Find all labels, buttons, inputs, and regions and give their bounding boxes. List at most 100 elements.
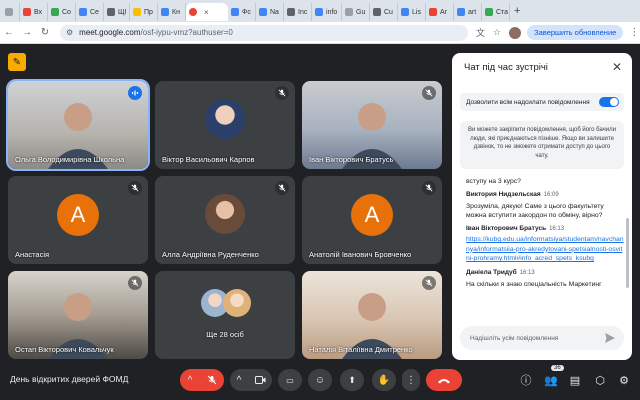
forward-icon[interactable]: → xyxy=(18,27,36,38)
participant-name: Остап Вікторович Ковальчук xyxy=(15,345,114,354)
site-info-icon[interactable]: ⚙ xyxy=(66,28,73,37)
raise-hand-button[interactable]: ✋ xyxy=(372,369,396,391)
meeting-title: День відкритих дверей ФОМД xyxy=(10,374,129,384)
browser-tab[interactable]: Gu xyxy=(342,3,370,21)
participant-tile[interactable]: Ольга Володимирівна Школьна xyxy=(6,79,150,171)
back-icon[interactable]: ← xyxy=(0,27,18,38)
tab-label: Lis xyxy=(412,8,421,16)
browser-toolbar: ← → ↻ ⚙ meet.google.com/osf-iypu-vmz?aut… xyxy=(0,22,640,44)
pin-notice: Ви можете закріпити повідомлення, щоб йо… xyxy=(460,121,624,169)
browser-tab[interactable]: Inc xyxy=(284,3,312,21)
tab-favicon-icon xyxy=(51,8,59,16)
emoji-button[interactable]: ☺ xyxy=(308,369,332,391)
message-text: На скільки я знаю спеціальність Маркетин… xyxy=(466,280,602,288)
mic-off-icon xyxy=(128,276,142,290)
leave-call-button[interactable] xyxy=(426,369,462,391)
more-options-button[interactable]: ⋮ xyxy=(402,369,420,391)
participant-tile[interactable]: Віктор Васильович Карпов xyxy=(155,81,295,169)
participant-tile[interactable]: Ще 28 осіб xyxy=(155,271,295,359)
allow-messages-toggle[interactable] xyxy=(599,97,619,107)
tab-label: art xyxy=(468,8,477,16)
mic-off-icon xyxy=(275,86,289,100)
browser-tab[interactable] xyxy=(2,3,20,21)
browser-tab[interactable]: × xyxy=(186,3,228,21)
mic-off-button[interactable] xyxy=(200,369,224,391)
participant-avatar xyxy=(205,194,245,234)
bookmark-star-icon[interactable]: ☆ xyxy=(493,27,501,38)
browser-tab[interactable]: Кн xyxy=(158,3,186,21)
tab-label: Ста xyxy=(496,8,509,16)
recording-favicon-icon xyxy=(189,8,197,16)
message-link[interactable]: https://kubg.edu.ua/informatsiya/student… xyxy=(466,235,624,264)
message-text: вступу на 3 курс? xyxy=(466,178,521,185)
address-bar[interactable]: ⚙ meet.google.com/osf-iypu-vmz?authuser=… xyxy=(60,24,468,41)
mic-off-icon xyxy=(207,375,217,385)
participant-name: Алла Андріївна Руденченко xyxy=(162,250,259,259)
profile-avatar[interactable] xyxy=(509,26,522,39)
emoji-icon: ☺ xyxy=(314,374,326,386)
browser-tab[interactable]: Се xyxy=(76,3,104,21)
browser-tab[interactable]: info xyxy=(312,3,342,21)
browser-tab[interactable]: art xyxy=(454,3,482,21)
browser-tab[interactable]: Со xyxy=(48,3,76,21)
reload-icon[interactable]: ↻ xyxy=(36,27,54,38)
chat-icon[interactable]: ▤ xyxy=(566,371,584,389)
allow-messages-label: Дозволити всім надсилати повідомлення xyxy=(466,98,590,106)
captions-button[interactable]: ▭ xyxy=(278,369,302,391)
activities-badge-icon[interactable]: ✎ xyxy=(8,53,26,71)
participant-tile[interactable]: Іван Вікторович Братусь xyxy=(302,81,442,169)
browser-tab[interactable]: Cu xyxy=(370,3,398,21)
mic-options-chevron-icon[interactable]: ^ xyxy=(180,369,200,391)
message-time: 16:13 xyxy=(549,226,565,232)
browser-tab[interactable]: Na xyxy=(256,3,284,21)
browser-tab[interactable]: Ста xyxy=(482,3,510,21)
tab-favicon-icon xyxy=(231,8,239,16)
browser-tab[interactable]: Фс xyxy=(228,3,256,21)
browser-tab[interactable]: Ar xyxy=(426,3,454,21)
tab-favicon-icon xyxy=(345,8,353,16)
tab-label: ЩІ xyxy=(118,8,127,16)
browser-tab[interactable]: ЩІ xyxy=(104,3,130,21)
host-controls-icon[interactable]: ⚙ xyxy=(615,371,633,389)
camera-options-chevron-icon[interactable]: ^ xyxy=(230,369,248,391)
send-icon[interactable] xyxy=(604,332,616,344)
message-meta: Іван Вікторович Братусь 16:13 xyxy=(466,225,624,232)
finish-update-button[interactable]: Завершить обновление xyxy=(527,25,624,40)
tab-favicon-icon xyxy=(373,8,381,16)
people-count-badge: 36 xyxy=(551,365,564,371)
browser-tab[interactable]: Пр xyxy=(130,3,158,21)
mic-off-icon xyxy=(422,86,436,100)
speaking-indicator-icon xyxy=(128,86,142,100)
tab-label: Вх xyxy=(34,8,43,16)
present-button[interactable]: ⬆ xyxy=(340,369,364,391)
message-time: 16:13 xyxy=(519,269,535,276)
participant-tile[interactable]: Остап Вікторович Ковальчук xyxy=(8,271,148,359)
chat-input[interactable]: Надішліть усім повідомлення xyxy=(460,326,624,350)
close-icon[interactable]: ✕ xyxy=(612,60,622,74)
chat-scrollbar[interactable] xyxy=(626,218,629,288)
participant-tile[interactable]: Алла Андріївна Руденченко xyxy=(155,176,295,264)
allow-messages-row: Дозволити всім надсилати повідомлення xyxy=(460,93,624,111)
new-tab-icon[interactable]: + xyxy=(514,5,520,17)
participant-tile[interactable]: А Анастасія xyxy=(8,176,148,264)
participant-name: Наталія Віталіївна Дмитренко xyxy=(309,345,413,354)
tab-favicon-icon xyxy=(161,8,169,16)
tab-label: Се xyxy=(90,8,99,16)
participant-tile[interactable]: А Анатолій Іванович Бровченко xyxy=(302,176,442,264)
tab-favicon-icon xyxy=(107,8,115,16)
tab-favicon-icon xyxy=(133,8,141,16)
people-icon[interactable]: 👥 xyxy=(542,371,560,389)
participant-tile[interactable]: Наталія Віталіївна Дмитренко xyxy=(302,271,442,359)
tab-label: Фс xyxy=(242,8,251,16)
present-icon: ⬆ xyxy=(348,374,356,385)
meeting-info-icon[interactable]: ⓘ xyxy=(517,371,535,389)
activities-icon[interactable]: ⬡ xyxy=(591,371,609,389)
close-tab-icon[interactable]: × xyxy=(204,8,209,17)
translate-icon[interactable]: 文 xyxy=(476,26,485,39)
browser-menu-icon[interactable]: ⋮ xyxy=(629,27,639,38)
mic-off-icon xyxy=(422,181,436,195)
browser-tab[interactable]: Lis xyxy=(398,3,426,21)
browser-tab[interactable]: Вх xyxy=(20,3,48,21)
camera-button[interactable] xyxy=(248,369,272,391)
participant-avatar xyxy=(205,99,245,139)
